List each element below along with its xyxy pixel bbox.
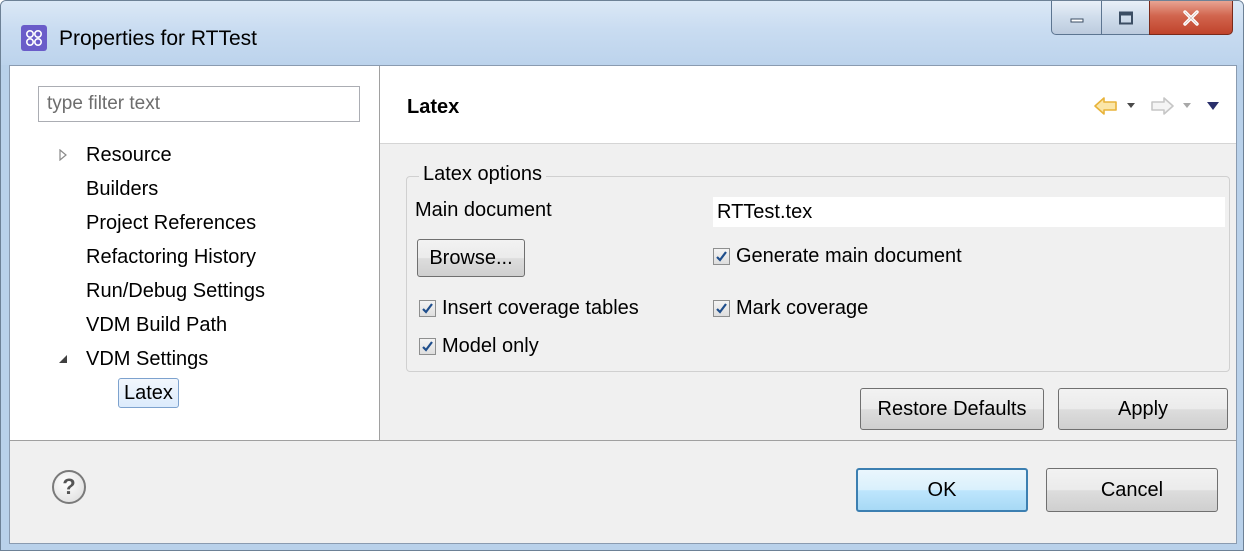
generate-main-document-checkbox[interactable]: Generate main document	[713, 245, 962, 268]
browse-button[interactable]: Browse...	[417, 239, 525, 277]
mark-coverage-checkbox[interactable]: Mark coverage	[713, 297, 868, 320]
expand-arrow-icon[interactable]	[56, 148, 70, 162]
collapse-arrow-icon[interactable]	[56, 352, 70, 366]
restore-defaults-button[interactable]: Restore Defaults	[860, 388, 1044, 430]
app-icon	[21, 25, 47, 51]
title-bar[interactable]: Properties for RTTest	[1, 1, 1243, 65]
window-title: Properties for RTTest	[59, 27, 258, 50]
group-title: Latex options	[419, 163, 546, 186]
view-menu-button[interactable]	[1206, 101, 1220, 111]
ok-button[interactable]: OK	[856, 468, 1028, 512]
page-header: Latex	[380, 66, 1236, 144]
apply-button[interactable]: Apply	[1058, 388, 1228, 430]
close-icon	[1183, 9, 1199, 26]
checkbox-box	[713, 300, 730, 317]
tree-item-label: Latex	[118, 378, 179, 408]
tree-item-vdm-build-path[interactable]: VDM Build Path	[86, 308, 227, 342]
ok-label: OK	[927, 478, 957, 501]
tree-item-label: Refactoring History	[86, 246, 257, 268]
page-title: Latex	[407, 96, 460, 118]
checkbox-box	[713, 248, 730, 265]
tree-item-label: Resource	[86, 144, 172, 166]
forward-arrow-button[interactable]	[1150, 97, 1174, 115]
checkmark-icon	[716, 251, 727, 262]
dialog-client: Resource Builders Project References Ref…	[9, 65, 1237, 544]
history-navigation	[1086, 94, 1220, 118]
tree-item-resource[interactable]: Resource	[59, 138, 172, 172]
forward-menu-dropdown[interactable]	[1182, 102, 1192, 110]
checkbox-box	[419, 300, 436, 317]
back-arrow-icon	[1094, 97, 1117, 115]
main-document-field[interactable]: RTTest.tex	[713, 197, 1225, 227]
filter-input[interactable]	[38, 86, 360, 122]
forward-arrow-icon	[1151, 97, 1174, 115]
checkbox-label: Insert coverage tables	[442, 297, 639, 319]
tree-item-label: VDM Build Path	[86, 314, 228, 336]
checkbox-label: Generate main document	[736, 245, 962, 267]
maximize-icon	[1118, 11, 1133, 24]
browse-button-label: Browse...	[429, 246, 513, 269]
view-menu-icon	[1207, 102, 1219, 110]
property-page: Latex Latex options Main document RTTest…	[380, 66, 1236, 440]
help-icon[interactable]: ?	[52, 470, 86, 504]
close-button[interactable]	[1149, 1, 1233, 35]
apply-label: Apply	[1117, 397, 1169, 420]
back-menu-dropdown[interactable]	[1126, 102, 1136, 110]
tree-item-latex[interactable]: Latex	[118, 376, 179, 410]
properties-dialog: Properties for RTTest type filter text R…	[0, 0, 1244, 551]
checkmark-icon	[422, 303, 433, 314]
maximize-button[interactable]	[1101, 1, 1149, 35]
checkmark-icon	[716, 303, 727, 314]
tree-item-vdm-settings[interactable]: VDM Settings	[59, 342, 209, 376]
checkbox-box	[419, 338, 436, 355]
footer-separator	[10, 440, 1236, 441]
tree-item-label: Run/Debug Settings	[86, 280, 266, 302]
restore-defaults-label: Restore Defaults	[877, 397, 1027, 420]
tree-item-label: Project References	[86, 212, 257, 234]
tree-item-label: Builders	[86, 178, 159, 200]
chevron-down-icon	[1183, 103, 1191, 108]
insert-coverage-tables-checkbox[interactable]: Insert coverage tables	[419, 297, 639, 320]
latex-options-group: Latex options Main document RTTest.tex B…	[406, 163, 1230, 372]
checkmark-icon	[422, 341, 433, 352]
minimize-icon	[1070, 18, 1083, 22]
cancel-label: Cancel	[1100, 478, 1164, 501]
tree-item-project-references[interactable]: Project References	[86, 206, 256, 240]
cancel-button[interactable]: Cancel	[1046, 468, 1218, 512]
checkbox-label: Model only	[442, 335, 539, 357]
tree-item-refactoring-history[interactable]: Refactoring History	[86, 240, 256, 274]
tree-item-label: VDM Settings	[86, 348, 209, 370]
model-only-checkbox[interactable]: Model only	[419, 335, 539, 358]
chevron-down-icon	[1127, 103, 1135, 108]
window-controls	[1051, 1, 1233, 37]
main-document-label: Main document	[415, 199, 552, 221]
back-arrow-button[interactable]	[1094, 97, 1118, 115]
tree-item-run-debug-settings[interactable]: Run/Debug Settings	[86, 274, 265, 308]
tree-item-builders[interactable]: Builders	[86, 172, 158, 206]
minimize-button[interactable]	[1051, 1, 1101, 35]
checkbox-label: Mark coverage	[736, 297, 869, 319]
property-tree-pane: Resource Builders Project References Ref…	[10, 66, 380, 440]
